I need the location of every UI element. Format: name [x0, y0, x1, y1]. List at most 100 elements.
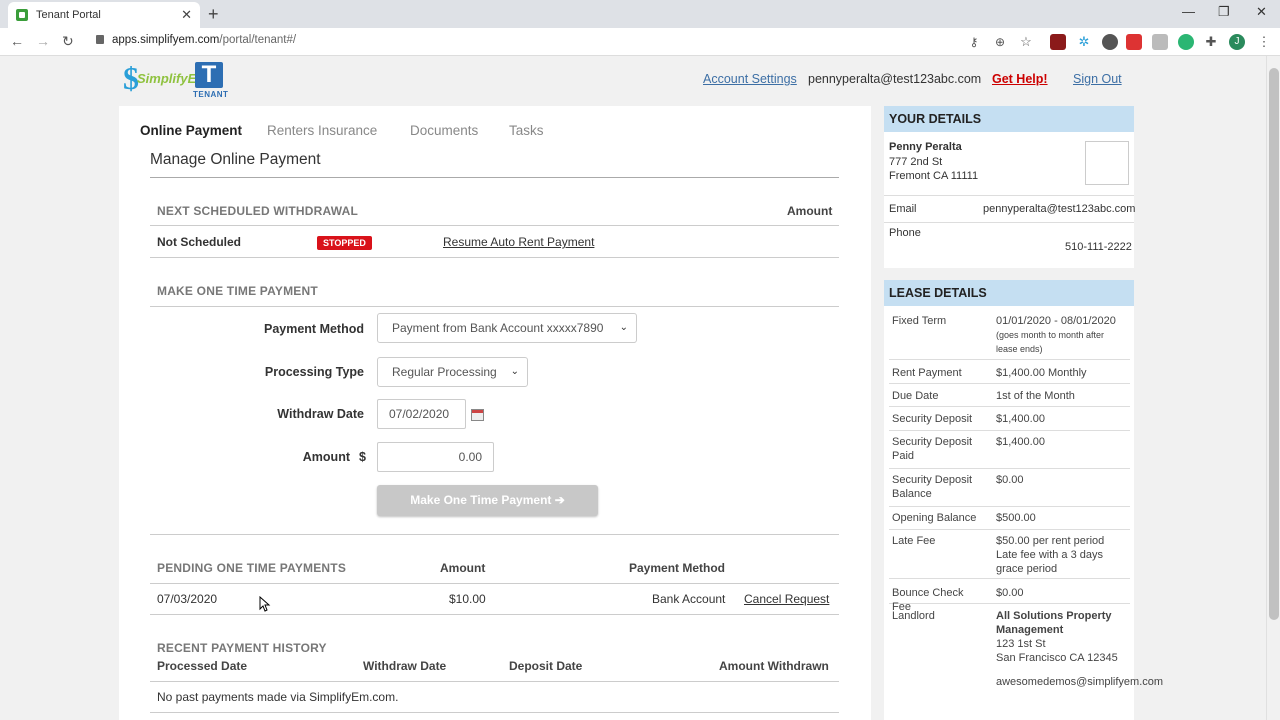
react-extension-icon[interactable]: ✲ [1076, 34, 1092, 50]
history-col-deposit: Deposit Date [509, 659, 583, 673]
scrollbar-thumb[interactable] [1269, 68, 1279, 620]
currency-symbol: $ [359, 450, 366, 464]
divider [150, 306, 839, 307]
withdraw-date-input[interactable]: 07/02/2020 [377, 399, 466, 429]
key-icon[interactable]: ⚷ [966, 34, 982, 50]
section-one-time-payment: MAKE ONE TIME PAYMENT [157, 284, 318, 298]
pending-method-header: Payment Method [629, 561, 726, 575]
tab-tasks[interactable]: Tasks [509, 123, 544, 138]
history-col-processed: Processed Date [157, 659, 248, 673]
tab-title: Tenant Portal [36, 9, 101, 21]
forward-icon[interactable]: → [36, 33, 50, 49]
resume-auto-rent-link[interactable]: Resume Auto Rent Payment [443, 235, 594, 249]
page-scrollbar[interactable] [1266, 56, 1280, 720]
tab-renters-insurance[interactable]: Renters Insurance [267, 123, 377, 138]
withdrawal-status: Not Scheduled [157, 235, 242, 249]
pending-amount: $10.00 [449, 592, 486, 606]
lease-row-due-date: Due Date 1st of the Month [889, 389, 1130, 407]
payment-method-select[interactable]: Payment from Bank Account xxxxx7890 ⌄ [377, 313, 637, 343]
account-settings-link[interactable]: Account Settings [703, 72, 797, 86]
reload-icon[interactable]: ↻ [62, 33, 74, 50]
chevron-down-icon: ⌄ [510, 366, 519, 377]
lease-details-panel: LEASE DETAILS Fixed Term 01/01/2020 - 08… [884, 280, 1164, 720]
divider [150, 681, 839, 682]
logo-subtitle: TENANT [193, 90, 229, 99]
extensions-puzzle-icon[interactable]: ✚ [1203, 34, 1219, 50]
page-title: Manage Online Payment [150, 151, 321, 168]
history-empty-message: No past payments made via SimplifyEm.com… [157, 690, 399, 704]
close-window-icon[interactable]: ✕ [1256, 4, 1267, 20]
pending-date: 07/03/2020 [157, 592, 218, 606]
logo-badge: T [195, 62, 223, 88]
sign-out-link[interactable]: Sign Out [1073, 72, 1122, 86]
divider [150, 257, 839, 258]
lease-row-deposit-balance: Security Deposit Balance $0.00 [889, 473, 1130, 507]
close-tab-icon[interactable]: ✕ [181, 7, 192, 23]
tenant-phone: 510-111-2222 [1065, 241, 1132, 253]
history-col-withdraw: Withdraw Date [363, 659, 447, 673]
profile-avatar-icon[interactable]: J [1229, 34, 1245, 50]
menu-kebab-icon[interactable]: ⋮ [1256, 34, 1272, 50]
user-email: pennyperalta@test123abc.com [808, 72, 982, 86]
get-help-link[interactable]: Get Help! [992, 72, 1048, 86]
divider [150, 583, 839, 584]
divider [150, 225, 839, 226]
amount-input[interactable]: 0.00 [377, 442, 494, 472]
section-pending-payments: PENDING ONE TIME PAYMENTS [157, 561, 347, 575]
section-next-withdrawal: NEXT SCHEDULED WITHDRAWAL [157, 204, 358, 218]
site-favicon-icon [16, 9, 28, 21]
tenant-address-line2: Fremont CA 11111 [889, 170, 979, 182]
withdraw-date-label: Withdraw Date [277, 407, 364, 421]
zoom-icon[interactable]: ⊕ [992, 34, 1008, 50]
your-details-panel: YOUR DETAILS Penny Peralta 777 2nd St Fr… [884, 106, 1136, 268]
pdf-extension-icon[interactable] [1050, 34, 1066, 50]
pending-amount-header: Amount [440, 561, 486, 575]
tab-documents[interactable]: Documents [410, 123, 478, 138]
payment-method-label: Payment Method [263, 322, 364, 336]
tenant-address-line1: 777 2nd St [889, 156, 943, 168]
minimize-icon[interactable]: — [1182, 4, 1195, 19]
lease-details-header: LEASE DETAILS [884, 280, 1134, 306]
restore-icon[interactable]: ❐ [1218, 4, 1230, 20]
lease-row-opening-balance: Opening Balance $500.00 [889, 511, 1130, 530]
green-extension-icon[interactable] [1178, 34, 1194, 50]
tab-online-payment[interactable]: Online Payment [140, 123, 242, 138]
withdrawal-amount-header: Amount [787, 204, 833, 218]
lease-row-landlord: Landlord All Solutions Property Manageme… [892, 610, 1164, 688]
lease-row-security-deposit: Security Deposit $1,400.00 [889, 412, 1130, 431]
browser-tab[interactable]: Tenant Portal ✕ [8, 2, 200, 28]
new-tab-icon[interactable]: + [208, 4, 219, 25]
section-payment-history: RECENT PAYMENT HISTORY [157, 641, 327, 655]
email-label: Email [889, 203, 917, 215]
divider [150, 177, 839, 178]
make-one-time-payment-button[interactable]: Make One Time Payment ➔ [377, 485, 598, 516]
lease-row-late-fee: Late Fee $50.00 per rent period Late fee … [889, 534, 1130, 579]
bookmark-star-icon[interactable]: ☆ [1018, 34, 1034, 50]
divider [884, 222, 1134, 223]
history-col-amount: Amount Withdrawn [719, 659, 829, 673]
tenant-email: pennyperalta@test123abc.com [983, 203, 1136, 215]
phone-label: Phone [889, 227, 921, 239]
processing-type-label: Processing Type [264, 365, 364, 379]
divider [884, 195, 1134, 196]
tenant-name: Penny Peralta [889, 141, 962, 153]
your-details-header: YOUR DETAILS [884, 106, 1134, 132]
amount-label: Amount [302, 450, 350, 464]
cancel-request-link[interactable]: Cancel Request [744, 592, 829, 606]
circle-extension-icon[interactable] [1102, 34, 1118, 50]
back-icon[interactable]: ← [10, 33, 24, 49]
timer-extension-icon[interactable] [1126, 34, 1142, 50]
simplifyem-logo[interactable]: $ SimplifyEm T TENANT [123, 62, 229, 100]
divider [150, 534, 839, 535]
address-bar[interactable]: apps.simplifyem.com/portal/tenant#/ [96, 34, 296, 46]
lock-icon [96, 35, 104, 44]
calendar-icon[interactable] [471, 409, 484, 421]
divider [150, 614, 839, 615]
tenant-photo [1085, 141, 1129, 185]
main-panel: Online Payment Renters Insurance Documen… [119, 106, 871, 720]
browser-tab-bar: Tenant Portal ✕ + — ❐ ✕ [0, 0, 1280, 28]
processing-type-select[interactable]: Regular Processing ⌄ [377, 357, 528, 387]
lease-row-bounce-fee: Bounce Check Fee $0.00 [889, 586, 1130, 613]
grey-extension-icon[interactable] [1152, 34, 1168, 50]
divider [150, 712, 839, 713]
